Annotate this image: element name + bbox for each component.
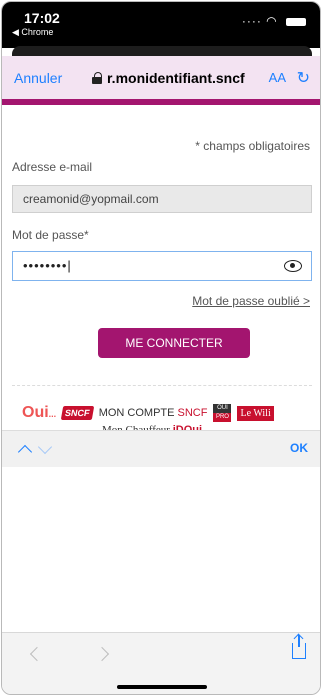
lock-icon xyxy=(92,71,102,84)
required-note: * champs obligatoires xyxy=(195,139,310,153)
status-bar: 17:02 ◀ Chrome ···· ◠ xyxy=(2,2,320,48)
status-icons: ···· ◠ xyxy=(242,14,306,28)
login-button[interactable]: ME CONNECTER xyxy=(98,328,250,358)
home-indicator xyxy=(117,685,207,689)
sheet-edge xyxy=(12,46,312,56)
brand-bar xyxy=(2,99,320,105)
battery-icon xyxy=(286,17,306,26)
phone-frame: 17:02 ◀ Chrome ···· ◠ Annuler r.monident… xyxy=(1,1,321,695)
cancel-button[interactable]: Annuler xyxy=(14,70,62,86)
share-icon[interactable] xyxy=(292,635,306,659)
status-time: 17:02 xyxy=(24,10,60,26)
email-field[interactable]: creamonid@yopmail.com xyxy=(12,185,312,213)
mon-compte-logo: MON COMPTE SNCF xyxy=(98,407,208,419)
text-size-button[interactable]: AA xyxy=(269,70,286,85)
url-display[interactable]: r.monidentifiant.sncf xyxy=(92,70,245,86)
sncf-logo: SNCF xyxy=(60,406,94,420)
email-label: Adresse e-mail xyxy=(12,160,93,174)
content-blank-area xyxy=(2,467,320,637)
oui-logo: Oui... xyxy=(22,404,57,421)
partner-logos: Oui... SNCF MON COMPTE SNCF OUI PRO Le Wi… xyxy=(22,404,302,422)
password-value: ••••••••| xyxy=(23,258,72,273)
password-field[interactable]: ••••••••| xyxy=(12,251,312,281)
wifi-icon: ◠ xyxy=(266,14,278,28)
chevron-down-icon[interactable] xyxy=(37,439,53,455)
forward-icon[interactable] xyxy=(94,646,110,662)
url-text: r.monidentifiant.sncf xyxy=(107,69,245,86)
wili-logo: Le Wili xyxy=(237,405,274,421)
forgot-password-link[interactable]: Mot de passe oublié > xyxy=(192,294,310,308)
back-to-app[interactable]: ◀ Chrome xyxy=(12,27,53,38)
chevron-up-icon[interactable] xyxy=(17,444,33,460)
divider xyxy=(12,385,312,387)
reload-icon[interactable]: ↻ xyxy=(297,68,310,88)
signal-icon: ···· xyxy=(241,14,262,28)
keyboard-accessory-bar: OK xyxy=(2,430,320,468)
oui-pro-logo: OUI PRO xyxy=(213,404,232,422)
ok-button[interactable]: OK xyxy=(290,441,308,455)
eye-icon[interactable] xyxy=(284,260,302,272)
browser-nav-bar: Annuler r.monidentifiant.sncf AA ↻ xyxy=(2,56,320,99)
back-icon[interactable] xyxy=(29,646,45,662)
password-label: Mot de passe* xyxy=(12,228,89,242)
browser-toolbar xyxy=(2,632,320,694)
